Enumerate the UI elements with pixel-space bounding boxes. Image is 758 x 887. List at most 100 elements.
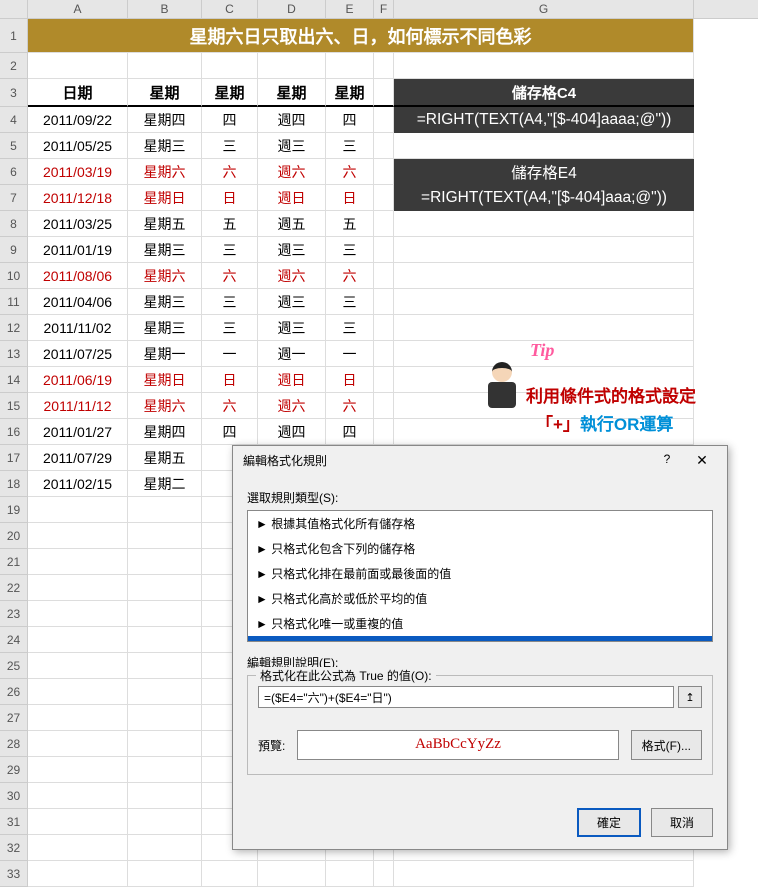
cell[interactable] <box>128 757 202 783</box>
cell[interactable] <box>28 731 128 757</box>
cell[interactable]: 日 <box>202 185 258 211</box>
cell[interactable]: 星期日 <box>128 185 202 211</box>
cell[interactable] <box>202 861 258 887</box>
cell[interactable]: 六 <box>326 393 374 419</box>
cell[interactable]: 週四 <box>258 419 326 445</box>
cell[interactable]: 三 <box>202 133 258 159</box>
header-cell[interactable]: 星期 <box>326 79 374 107</box>
cell[interactable]: 週一 <box>258 341 326 367</box>
cell[interactable] <box>128 575 202 601</box>
cell[interactable] <box>28 705 128 731</box>
cell[interactable]: 2011/02/15 <box>28 471 128 497</box>
cell[interactable]: 星期日 <box>128 367 202 393</box>
cell[interactable] <box>128 627 202 653</box>
cell[interactable]: 三 <box>326 315 374 341</box>
cell[interactable] <box>128 53 202 79</box>
cell[interactable] <box>374 419 394 445</box>
cell[interactable]: 2011/08/06 <box>28 263 128 289</box>
cell[interactable]: 五 <box>202 211 258 237</box>
cell[interactable] <box>394 211 694 237</box>
cell[interactable] <box>374 861 394 887</box>
cell[interactable] <box>394 237 694 263</box>
cell[interactable] <box>326 53 374 79</box>
cell[interactable] <box>128 497 202 523</box>
cell[interactable]: 三 <box>326 133 374 159</box>
cell[interactable] <box>128 835 202 861</box>
cell[interactable] <box>394 289 694 315</box>
cell[interactable]: 三 <box>326 237 374 263</box>
cell[interactable]: 三 <box>326 289 374 315</box>
cell[interactable]: 2011/06/19 <box>28 367 128 393</box>
cell[interactable] <box>394 53 694 79</box>
cell[interactable]: 星期四 <box>128 419 202 445</box>
cell[interactable]: 週三 <box>258 289 326 315</box>
cell[interactable] <box>374 263 394 289</box>
cell[interactable] <box>374 393 394 419</box>
cell[interactable] <box>28 653 128 679</box>
cell[interactable]: 週三 <box>258 237 326 263</box>
col-header[interactable]: B <box>128 0 202 18</box>
cell[interactable]: 星期六 <box>128 159 202 185</box>
header-cell[interactable]: 星期 <box>202 79 258 107</box>
close-icon[interactable]: ✕ <box>687 452 717 469</box>
cell[interactable] <box>258 53 326 79</box>
cell[interactable] <box>128 549 202 575</box>
corner-cell[interactable] <box>0 0 28 18</box>
cell[interactable]: 日 <box>326 185 374 211</box>
cell[interactable]: 週六 <box>258 159 326 185</box>
cell[interactable]: 星期六 <box>128 263 202 289</box>
range-selector-icon[interactable]: ↥ <box>678 686 702 708</box>
cancel-button[interactable]: 取消 <box>651 808 713 837</box>
cell[interactable] <box>374 237 394 263</box>
cell[interactable] <box>28 757 128 783</box>
cell[interactable]: 2011/09/22 <box>28 107 128 133</box>
cell[interactable] <box>394 315 694 341</box>
cell[interactable] <box>374 211 394 237</box>
cell[interactable]: 2011/03/19 <box>28 159 128 185</box>
cell[interactable] <box>128 601 202 627</box>
cell[interactable] <box>128 861 202 887</box>
cell[interactable]: 星期五 <box>128 211 202 237</box>
cell[interactable] <box>374 185 394 211</box>
cell[interactable]: 星期一 <box>128 341 202 367</box>
format-button[interactable]: 格式(F)... <box>631 730 702 760</box>
cell[interactable]: 週六 <box>258 393 326 419</box>
cell[interactable] <box>28 523 128 549</box>
cell[interactable]: 星期三 <box>128 237 202 263</box>
cell[interactable]: 2011/11/12 <box>28 393 128 419</box>
cell[interactable]: 2011/05/25 <box>28 133 128 159</box>
cell[interactable]: 五 <box>326 211 374 237</box>
cell[interactable] <box>374 53 394 79</box>
cell[interactable] <box>128 523 202 549</box>
cell[interactable] <box>326 861 374 887</box>
cell[interactable]: 四 <box>326 419 374 445</box>
cell[interactable]: 星期五 <box>128 445 202 471</box>
cell[interactable]: 四 <box>202 107 258 133</box>
cell[interactable] <box>28 679 128 705</box>
cell[interactable] <box>28 809 128 835</box>
cell[interactable]: 星期六 <box>128 393 202 419</box>
formula-input[interactable] <box>258 686 674 708</box>
cell[interactable]: 週五 <box>258 211 326 237</box>
cell[interactable]: 2011/12/18 <box>28 185 128 211</box>
cell[interactable]: 星期三 <box>128 133 202 159</box>
rule-type-item[interactable]: ► 只格式化包含下列的儲存格 <box>248 536 712 561</box>
rule-type-item[interactable]: ► 只格式化排在最前面或最後面的值 <box>248 561 712 586</box>
cell[interactable]: 星期三 <box>128 315 202 341</box>
cell[interactable] <box>28 835 128 861</box>
cell[interactable]: 2011/04/06 <box>28 289 128 315</box>
cell[interactable]: 週三 <box>258 133 326 159</box>
cell[interactable]: 三 <box>202 289 258 315</box>
cell[interactable]: 四 <box>326 107 374 133</box>
cell[interactable]: 三 <box>202 315 258 341</box>
cell[interactable]: 週六 <box>258 263 326 289</box>
formula-cell[interactable]: =RIGHT(TEXT(A4,"[$-404]aaa;@")) <box>394 185 694 211</box>
col-header[interactable]: C <box>202 0 258 18</box>
cell[interactable]: 日 <box>326 367 374 393</box>
cell[interactable] <box>374 315 394 341</box>
cell[interactable] <box>258 861 326 887</box>
cell[interactable]: 星期三 <box>128 289 202 315</box>
cell[interactable]: 週日 <box>258 185 326 211</box>
cell[interactable]: 一 <box>202 341 258 367</box>
cell[interactable]: 星期二 <box>128 471 202 497</box>
